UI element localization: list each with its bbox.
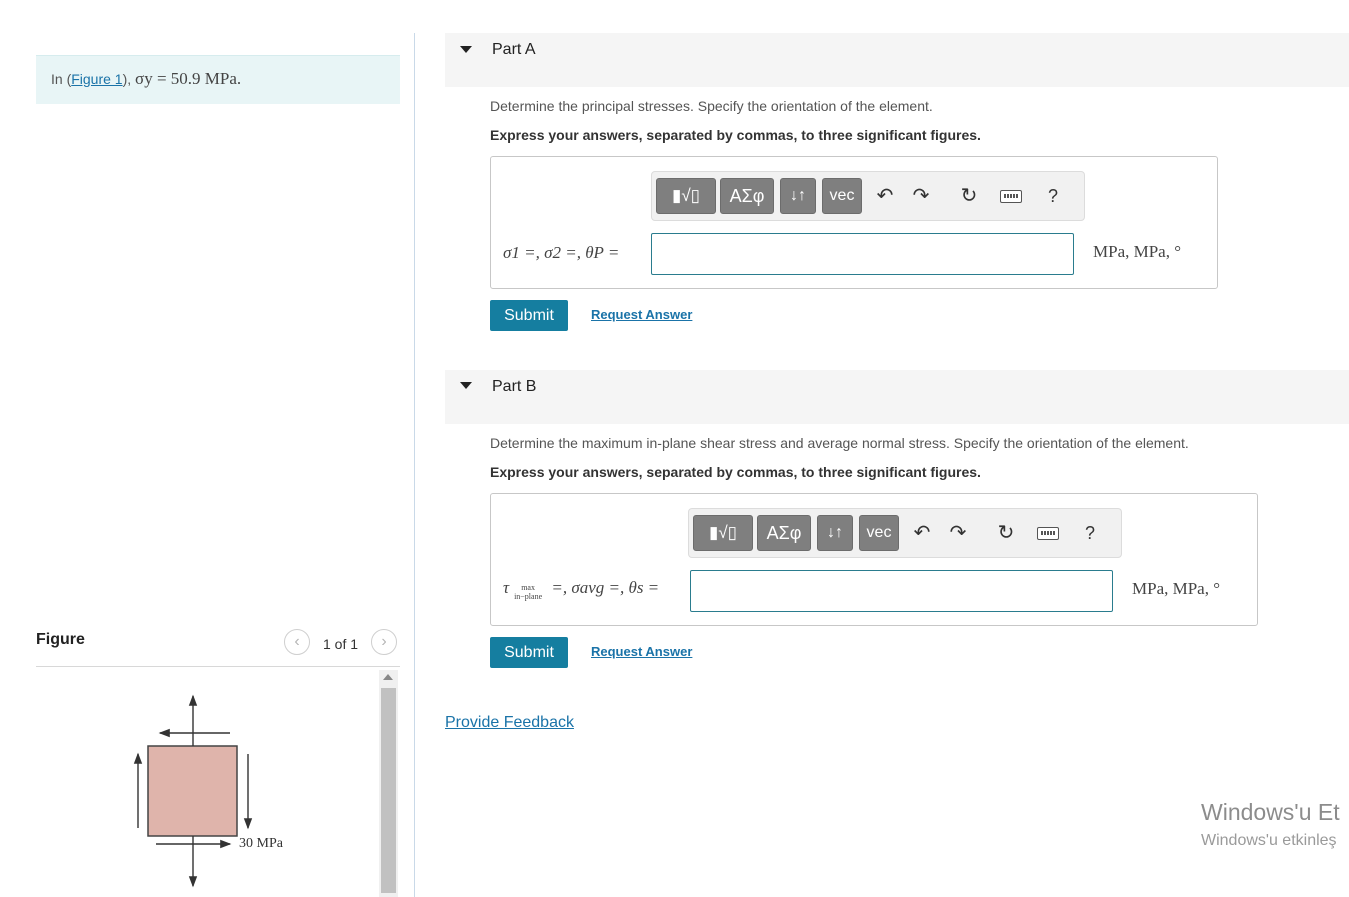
part-a-math-toolbar: ▮√▯ ΑΣφ ↓↑ vec ↶ ↷ ↻ ? — [651, 171, 1085, 221]
stress-element-square — [147, 745, 238, 837]
vector-button[interactable]: vec — [822, 178, 862, 214]
part-b-request-answer-link[interactable]: Request Answer — [591, 644, 692, 659]
undo-icon[interactable]: ↶ — [909, 519, 935, 547]
subscript-superscript-button[interactable]: ↓↑ — [817, 515, 853, 551]
collapse-caret-icon[interactable] — [460, 46, 472, 53]
keyboard-icon[interactable] — [1037, 527, 1059, 540]
windows-activation-watermark-subtitle: Windows'u etkinleş — [1201, 832, 1337, 849]
redo-icon[interactable]: ↷ — [945, 519, 971, 547]
reset-icon[interactable]: ↻ — [956, 182, 982, 210]
figure-image: 30 MPa — [36, 668, 400, 897]
part-b-units: MPa, MPa, ° — [1132, 579, 1221, 598]
stress-label: 30 MPa — [239, 836, 283, 851]
figure-scrollbar[interactable] — [379, 670, 398, 897]
figure-header: Figure ‹ 1 of 1 › — [36, 625, 400, 667]
tau-subscript-max: max — [521, 583, 535, 592]
sigma-y-condition: σy = 50.9 MPa. — [135, 69, 242, 88]
part-b-answer-input[interactable] — [690, 570, 1113, 612]
column-divider — [414, 33, 415, 897]
part-a-label: Part A — [492, 41, 536, 58]
collapse-caret-icon[interactable] — [460, 382, 472, 389]
vector-button[interactable]: vec — [859, 515, 899, 551]
subscript-superscript-button[interactable]: ↓↑ — [780, 178, 816, 214]
problem-statement: In (Figure 1), σy = 50.9 MPa. — [36, 55, 400, 104]
greek-symbols-button[interactable]: ΑΣφ — [757, 515, 811, 551]
templates-button[interactable]: ▮√▯ — [693, 515, 753, 551]
part-b-equation-label: τ max in−plane =, σavg =, θs = — [503, 578, 659, 601]
intro-prefix: In ( — [51, 71, 72, 87]
reset-icon[interactable]: ↻ — [993, 519, 1019, 547]
part-a-request-answer-link[interactable]: Request Answer — [591, 307, 692, 322]
help-icon[interactable]: ? — [1040, 182, 1066, 210]
redo-icon[interactable]: ↷ — [908, 182, 934, 210]
part-b-submit-button[interactable]: Submit — [490, 637, 568, 668]
next-figure-button[interactable]: › — [371, 629, 397, 655]
undo-icon[interactable]: ↶ — [872, 182, 898, 210]
windows-activation-watermark-title: Windows'u Et — [1201, 799, 1340, 825]
part-a-header[interactable]: Part A — [445, 33, 1349, 87]
part-b-instruction: Express your answers, separated by comma… — [490, 464, 981, 480]
part-a-question: Determine the principal stresses. Specif… — [490, 98, 933, 114]
scrollbar-thumb[interactable] — [381, 688, 396, 893]
part-a-answer-box: ▮√▯ ΑΣφ ↓↑ vec ↶ ↷ ↻ ? σ1 =, σ2 =, θP = … — [490, 156, 1218, 289]
previous-figure-button[interactable]: ‹ — [284, 629, 310, 655]
part-b-math-toolbar: ▮√▯ ΑΣφ ↓↑ vec ↶ ↷ ↻ ? — [688, 508, 1122, 558]
intro-suffix: ), — [122, 71, 136, 87]
part-b-question: Determine the maximum in-plane shear str… — [490, 435, 1189, 451]
greek-symbols-button[interactable]: ΑΣφ — [720, 178, 774, 214]
tau-subscript: max in−plane — [509, 581, 547, 601]
scroll-up-arrow-icon[interactable] — [383, 674, 393, 680]
tau-subscript-in-plane: in−plane — [514, 592, 543, 601]
part-b-header[interactable]: Part B — [445, 370, 1349, 424]
part-b-equation-rest: =, σavg =, θs = — [551, 578, 660, 597]
figure-link[interactable]: Figure 1 — [71, 71, 122, 87]
part-a-equation-label: σ1 =, σ2 =, θP = — [503, 243, 620, 262]
provide-feedback-link[interactable]: Provide Feedback — [445, 714, 574, 732]
help-icon[interactable]: ? — [1077, 519, 1103, 547]
stress-element-diagram — [133, 694, 253, 888]
part-b-answer-box: ▮√▯ ΑΣφ ↓↑ vec ↶ ↷ ↻ ? τ max in−plane =, σ… — [490, 493, 1258, 626]
figure-counter: 1 of 1 — [323, 636, 359, 652]
figure-title: Figure — [36, 631, 85, 648]
part-b-label: Part B — [492, 378, 537, 395]
part-a-instruction: Express your answers, separated by comma… — [490, 127, 981, 143]
part-a-units: MPa, MPa, ° — [1093, 242, 1182, 261]
templates-button[interactable]: ▮√▯ — [656, 178, 716, 214]
part-a-submit-button[interactable]: Submit — [490, 300, 568, 331]
part-a-answer-input[interactable] — [651, 233, 1074, 275]
keyboard-icon[interactable] — [1000, 190, 1022, 203]
